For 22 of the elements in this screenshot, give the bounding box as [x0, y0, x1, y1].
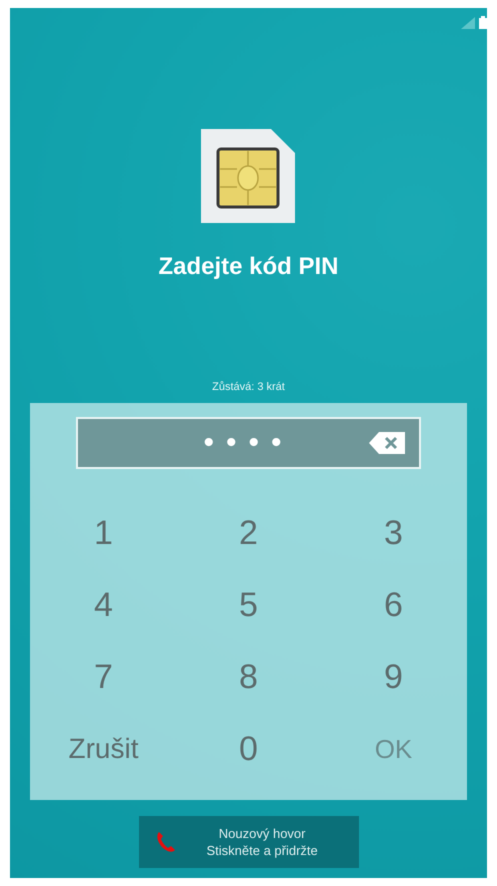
- emergency-call-button[interactable]: Nouzový hovor Stiskněte a přidržte: [138, 816, 358, 868]
- digit-key[interactable]: 1: [88, 510, 119, 556]
- battery-icon: [479, 16, 487, 29]
- pin-prompt-title: Zadejte kód PIN: [158, 253, 339, 281]
- pin-input-field[interactable]: ••••: [76, 417, 421, 469]
- digit-key[interactable]: 2: [233, 510, 264, 556]
- digit-key[interactable]: 5: [233, 582, 264, 628]
- digit-key[interactable]: 3: [378, 510, 409, 556]
- backspace-icon[interactable]: [369, 432, 405, 454]
- sim-card-icon: [200, 129, 296, 225]
- digit-key[interactable]: 8: [233, 654, 264, 700]
- digit-key[interactable]: 4: [88, 582, 119, 628]
- signal-icon: [461, 17, 475, 29]
- cancel-button[interactable]: Zrušit: [62, 729, 144, 769]
- digit-key[interactable]: 7: [88, 654, 119, 700]
- attempts-remaining-text: Zůstává: 3 krát: [212, 381, 285, 393]
- phone-icon: [154, 830, 176, 854]
- press-and-hold-hint: Stiskněte a přidržte: [206, 842, 318, 859]
- emergency-call-label: Nouzový hovor: [218, 825, 306, 842]
- digit-key[interactable]: 6: [378, 582, 409, 628]
- digit-key[interactable]: 9: [378, 654, 409, 700]
- digit-key[interactable]: 0: [233, 726, 264, 772]
